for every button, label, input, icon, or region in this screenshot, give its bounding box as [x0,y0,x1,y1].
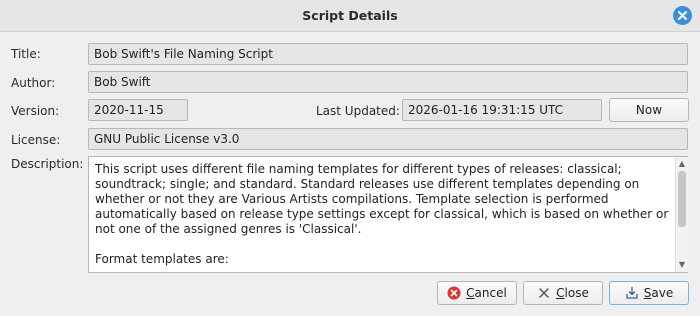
license-field[interactable]: GNU Public License v3.0 [88,128,688,150]
scroll-down-icon[interactable]: ▼ [676,259,688,271]
save-label: Save [643,286,674,300]
description-scrollbar[interactable]: ▲ ▼ [675,157,688,272]
close-button[interactable]: Close [523,281,603,305]
version-field[interactable]: 2020-11-15 [88,99,188,121]
author-field[interactable]: Bob Swift [88,71,688,93]
title-bar: Script Details [0,0,700,32]
last-updated-label: Last Updated: [316,104,400,118]
close-label: Close [556,286,589,300]
title-label: Title: [11,47,41,61]
license-label: License: [11,133,61,147]
last-updated-field[interactable]: 2026-01-16 19:31:15 UTC [402,99,602,121]
title-field[interactable]: Bob Swift's File Naming Script [88,43,688,65]
save-button[interactable]: Save [609,281,689,305]
close-x-icon [537,286,551,300]
description-textarea[interactable]: This script uses different file naming t… [88,156,688,273]
scroll-up-icon[interactable]: ▲ [676,158,688,170]
cancel-button[interactable]: Cancel [437,281,517,305]
description-label: Description: [11,157,84,171]
now-button[interactable]: Now [609,98,689,122]
description-text[interactable]: This script uses different file naming t… [95,162,670,267]
version-label: Version: [11,104,60,118]
save-icon [625,286,639,300]
cancel-label: Cancel [466,286,507,300]
close-icon[interactable] [673,6,692,25]
scroll-thumb[interactable] [678,171,686,227]
window-title: Script Details [302,8,398,23]
cancel-icon [447,286,461,300]
author-label: Author: [11,76,56,90]
